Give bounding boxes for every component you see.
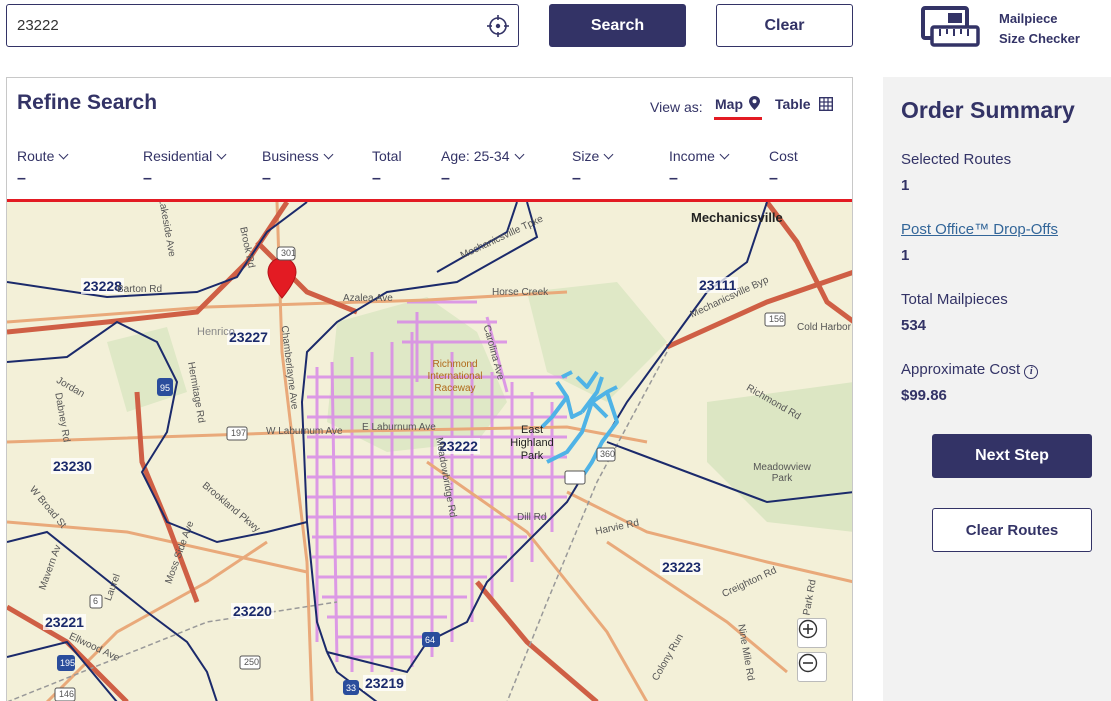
filter-size[interactable]: Size – [572, 148, 614, 188]
zip-label[interactable]: 23230 [51, 458, 94, 474]
road-label: Cold Harbor [797, 322, 851, 333]
place-label: Henrico [197, 326, 235, 338]
road-label: Azalea Ave [343, 293, 393, 304]
road-label: Barton Rd [117, 284, 163, 295]
zip-label[interactable]: 23220 [231, 603, 274, 619]
zoom-out-button[interactable] [797, 652, 827, 682]
shield-label: 6 [93, 596, 99, 606]
filter-route[interactable]: Route – [17, 148, 69, 188]
approximate-cost-value: $99.86 [901, 387, 947, 404]
filter-income[interactable]: Income – [669, 148, 730, 188]
shield-label: 301 [281, 248, 297, 258]
place-label: Mechanicsville [691, 210, 783, 225]
search-box [6, 4, 519, 47]
plus-icon [798, 619, 818, 639]
refine-search-panel: Refine Search View as: Map Table Route – … [6, 77, 853, 701]
zip-label[interactable]: 23221 [43, 614, 86, 630]
approximate-cost-label: Approximate Cost i [901, 361, 1039, 379]
drop-offs-value: 1 [901, 247, 910, 264]
order-summary-sidebar: Order Summary Selected Routes 1 Post Off… [883, 77, 1111, 701]
next-step-button[interactable]: Next Step [932, 434, 1092, 478]
post-office-drop-offs-link[interactable]: Post Office™ Drop-Offs [901, 221, 1058, 238]
zip-label[interactable]: 23223 [660, 559, 703, 575]
mailpiece-ruler-icon [921, 6, 980, 47]
road-label: E Laburnum Ave [362, 422, 436, 433]
mailpiece-size-checker-link[interactable]: Mailpiece Size Checker [920, 5, 1105, 50]
filter-total: Total – [372, 148, 402, 187]
road-label: W Laburnum Ave [266, 426, 343, 437]
place-label: East Highland Park [510, 424, 554, 462]
clear-routes-button[interactable]: Clear Routes [932, 508, 1092, 552]
view-as-label: View as: [650, 99, 703, 115]
size-checker-label: Mailpiece Size Checker [999, 11, 1080, 46]
place-label: Richmond International Raceway [427, 359, 483, 394]
crosshair-icon[interactable] [486, 14, 510, 38]
zoom-in-button[interactable] [797, 618, 827, 648]
route-map[interactable]: 301 95 197 156 250 64 195 6 146 33 360 2… [7, 202, 852, 701]
shield-label: 156 [769, 314, 785, 324]
search-input[interactable] [7, 5, 477, 46]
refine-search-title: Refine Search [17, 91, 158, 114]
selected-routes-label: Selected Routes [901, 151, 1012, 168]
shield-label: 197 [231, 428, 247, 438]
shield-label: 95 [160, 383, 171, 393]
order-summary-title: Order Summary [901, 97, 1075, 123]
active-view-indicator [714, 117, 762, 120]
info-icon[interactable]: i [1024, 365, 1039, 379]
shield-label: 250 [244, 657, 260, 667]
map-pin-icon [748, 96, 760, 110]
total-mailpieces-value: 534 [901, 317, 927, 334]
view-map-toggle[interactable]: Map [715, 96, 760, 112]
shield-label: 64 [425, 635, 436, 645]
view-table-toggle[interactable]: Table [775, 96, 834, 112]
table-grid-icon [819, 96, 834, 112]
filter-business[interactable]: Business – [262, 148, 334, 188]
selected-routes-value: 1 [901, 177, 910, 194]
zip-label[interactable]: 23219 [363, 675, 406, 691]
green-area [527, 282, 667, 402]
location-pin-icon[interactable] [267, 257, 297, 299]
clear-button[interactable]: Clear [716, 4, 853, 47]
shield-label: 360 [600, 449, 616, 459]
shield-label: 33 [346, 683, 357, 693]
filter-residential[interactable]: Residential – [143, 148, 227, 188]
shield-label: 146 [59, 689, 75, 699]
chevron-down-icon [603, 149, 614, 160]
search-button[interactable]: Search [549, 4, 686, 47]
minus-icon [798, 653, 818, 673]
filter-cost: Cost – [769, 148, 798, 187]
road-label: Horse Creek [492, 287, 549, 298]
chevron-down-icon [514, 149, 524, 160]
chevron-down-icon [216, 149, 227, 160]
shield-label: 195 [60, 658, 76, 668]
chevron-down-icon [58, 149, 69, 160]
green-area [107, 327, 187, 412]
total-mailpieces-label: Total Mailpieces [901, 291, 1008, 308]
filter-bar: Route – Residential – Business – Total – Age… [7, 148, 852, 200]
road-label: Dill Rd [517, 512, 547, 523]
filter-age[interactable]: Age: 25-34– [441, 148, 524, 188]
chevron-down-icon [323, 149, 334, 160]
chevron-down-icon [719, 149, 730, 160]
place-label: Meadowview Park [753, 462, 811, 484]
